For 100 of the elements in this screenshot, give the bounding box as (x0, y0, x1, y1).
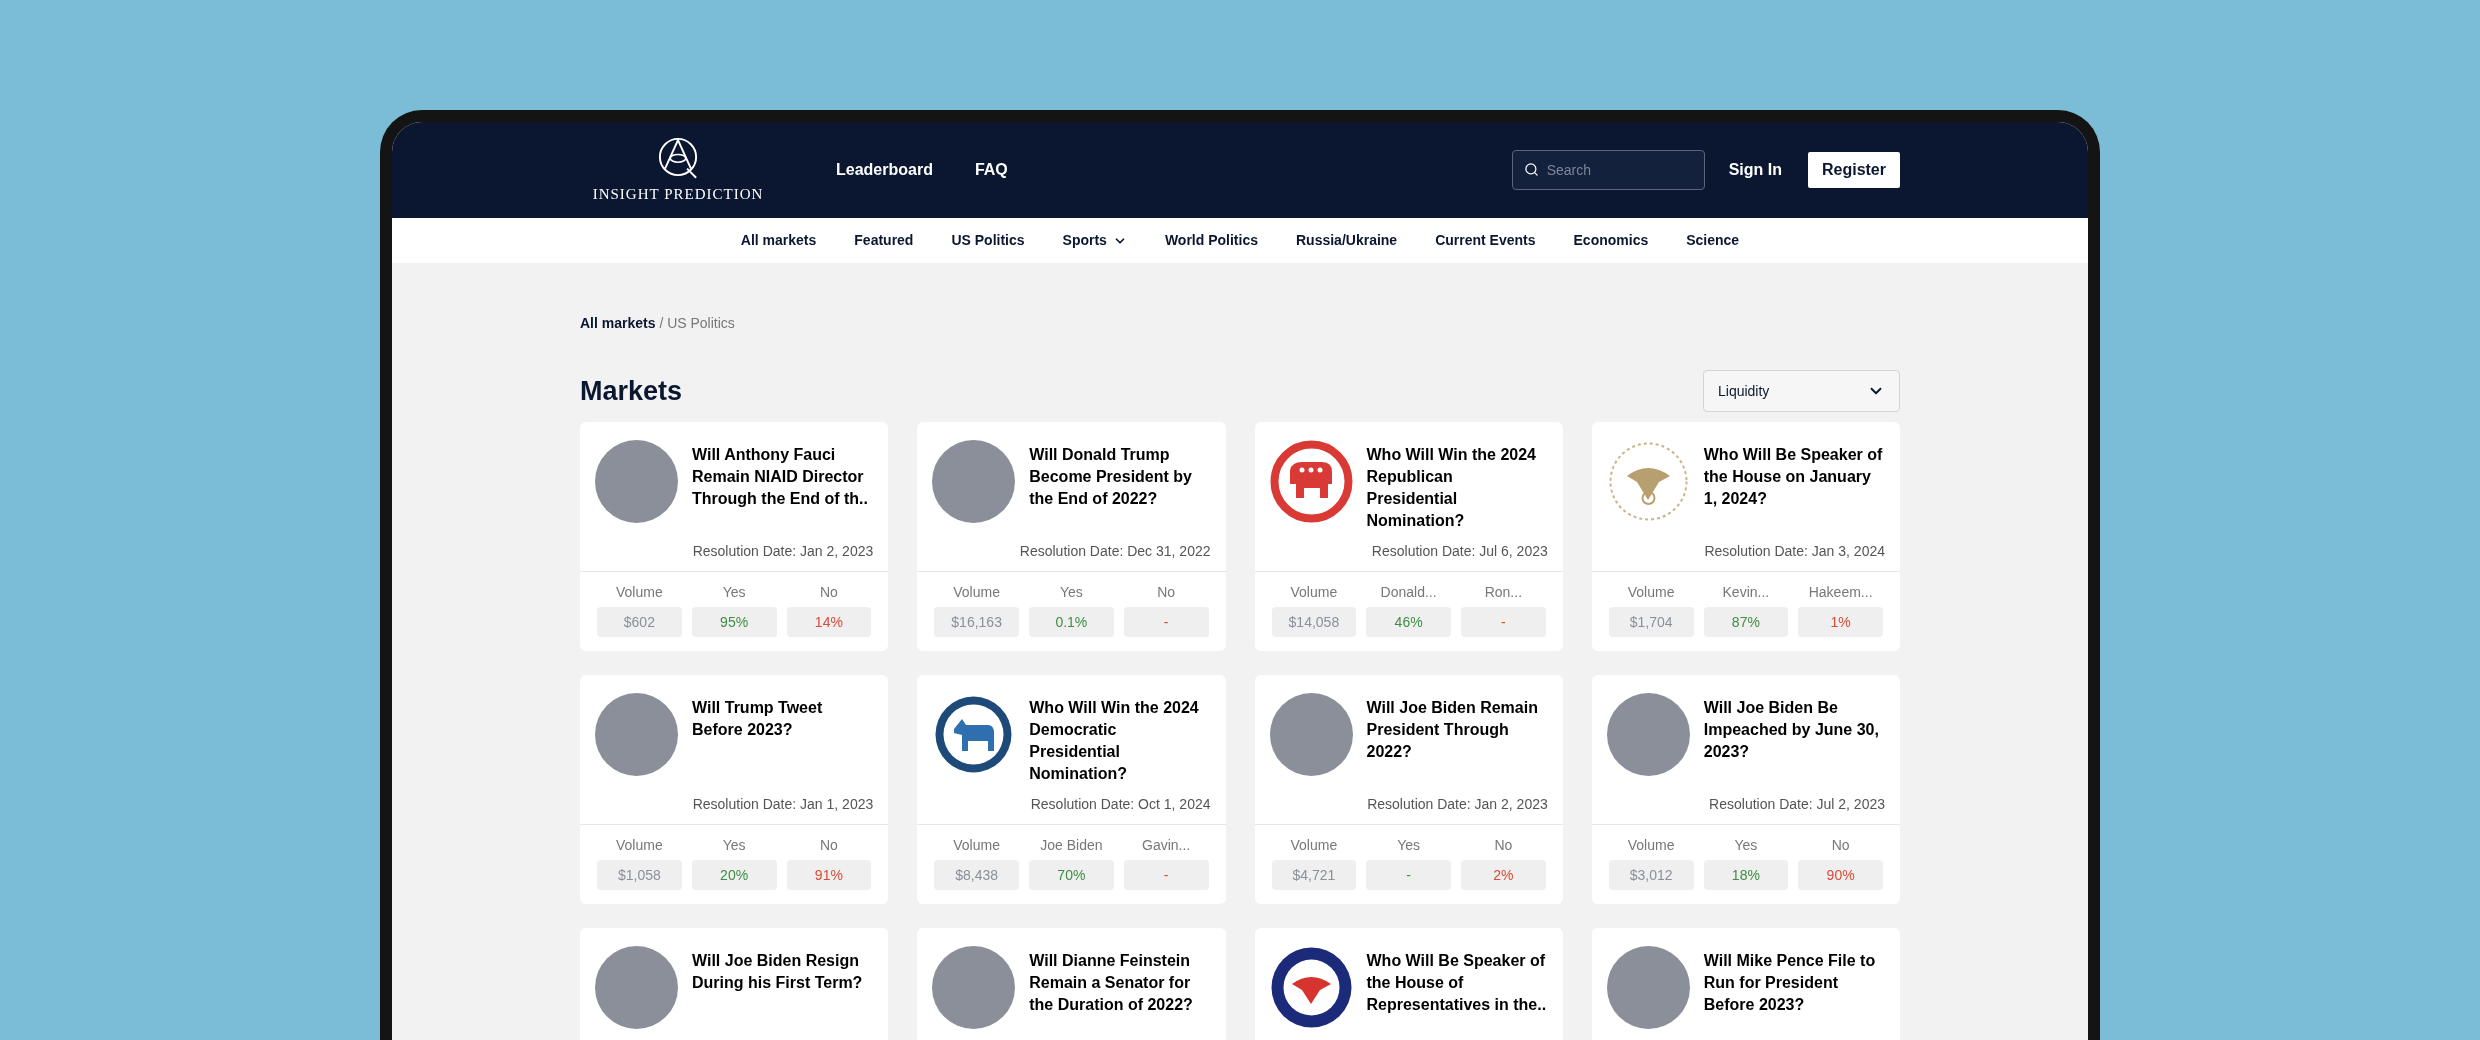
nav-link[interactable]: Sports (1062, 230, 1127, 251)
market-card[interactable]: Who Will Be Speaker of the House of Representatives in the.. (1254, 928, 1563, 1040)
market-card[interactable]: Will Donald Trump Become President by the End of 2022? Resolution Date: Dec 31, 2022 Volume $16,163 Yes 0.1% No - (917, 422, 1226, 651)
sign-in-link[interactable]: Sign In (1728, 158, 1782, 182)
sort-dropdown[interactable]: Liquidity (1703, 370, 1900, 412)
stat-value: 0.1% (1029, 607, 1114, 637)
nav-link[interactable]: Russia/Ukraine (1296, 230, 1398, 251)
market-card[interactable]: Will Trump Tweet Before 2023? Resolution Date: Jan 1, 2023 Volume $1,058 Yes 20% No 91% (580, 675, 889, 904)
stat-label: Volume (616, 583, 663, 602)
stat-value: 18% (1703, 860, 1789, 890)
stat-value: 95% (691, 607, 777, 637)
market-title[interactable]: Who Will Be Speaker of the House on January 1, 2024? (1703, 440, 1885, 523)
stat-label: Joe Biden (1040, 836, 1103, 855)
market-title[interactable]: Will Joe Biden Resign During his First Term? (692, 946, 874, 1029)
stat-label: No (819, 583, 838, 602)
market-card[interactable]: Who Will Win the 2024 Democratic Presidential Nomination? Resolution Date: Oct 1, 2024 Volume $8,438 Joe Biden 70% Gavin... - (917, 675, 1226, 904)
stat-label: Ron... (1484, 583, 1523, 602)
nav-link[interactable]: Economics (1573, 230, 1649, 251)
market-card[interactable]: Will Anthony Fauci Remain NIAID Director Through the End of th.. Resolution Date: Jan 2, 2023 Volume $602 Yes 95% No 14% (580, 422, 889, 651)
market-card[interactable]: Will Dianne Feinstein Remain a Senator for the Duration of 2022? (917, 928, 1226, 1040)
elephant-logo-icon (1269, 440, 1353, 523)
stat-value: 91% (786, 860, 872, 890)
resolution-date: Resolution Date: Jan 2, 2023 (1367, 795, 1548, 814)
seal-icon (1269, 946, 1353, 1029)
stat-value: $602 (597, 607, 682, 637)
stat-value: 70% (1029, 860, 1114, 890)
search-field[interactable]: Search (1511, 150, 1705, 190)
market-card[interactable]: Who Will Win the 2024 Republican Presidential Nomination? Resolution Date: Jul 6, 2023 Volume $14,058 Donald... 46% Ron... - (1254, 422, 1563, 651)
stat-label: Volume (1290, 583, 1338, 602)
market-title[interactable]: Will Dianne Feinstein Remain a Senator for the Duration of 2022? (1029, 946, 1211, 1029)
market-title[interactable]: Will Trump Tweet Before 2023? (692, 693, 874, 776)
stat-label: Donald... (1380, 583, 1437, 602)
stat-value: - (1123, 607, 1209, 637)
resolution-date: Resolution Date: Oct 1, 2024 (1030, 795, 1211, 814)
stat-value: 14% (786, 607, 872, 637)
nav-link[interactable]: Science (1686, 230, 1740, 251)
resolution-date: Resolution Date: Jan 1, 2023 (692, 795, 874, 814)
nav-link[interactable]: Current Events (1435, 230, 1536, 251)
logo-text: INSIGHT PREDICTION (592, 184, 764, 204)
stat-value: 2% (1461, 860, 1546, 890)
stat-value: 87% (1703, 607, 1789, 637)
stat-value: 1% (1798, 607, 1883, 637)
stat-label: Yes (1397, 836, 1421, 855)
resolution-date: Resolution Date: Jan 3, 2024 (1704, 542, 1885, 561)
stat-label: No (1494, 836, 1513, 855)
market-title[interactable]: Who Will Win the 2024 Republican Presidential Nomination? (1366, 440, 1548, 532)
stat-label: Gavin... (1142, 836, 1191, 855)
market-card[interactable]: Will Joe Biden Remain President Through 2022? Resolution Date: Jan 2, 2023 Volume $4,721 Yes - No 2% (1254, 675, 1563, 904)
stat-label: Volume (1290, 836, 1338, 855)
stat-label: Yes (1734, 836, 1758, 855)
stat-label: Yes (1059, 583, 1083, 602)
stat-label: Volume (1627, 836, 1675, 855)
stat-label: Volume (1627, 583, 1675, 602)
market-card[interactable]: Will Joe Biden Be Impeached by June 30, 2023? Resolution Date: Jul 2, 2023 Volume $3,012 Yes 18% No 90% (1591, 675, 1900, 904)
nav-link[interactable]: All markets (740, 230, 817, 251)
header-link[interactable]: Leaderboard (836, 158, 933, 182)
stat-value: $4,721 (1271, 860, 1357, 890)
search-icon (1523, 162, 1539, 177)
market-card[interactable]: Who Will Be Speaker of the House on January 1, 2024? Resolution Date: Jan 3, 2024 Volume $1,704 Kevin... 87% Hakeem... 1% (1591, 422, 1900, 651)
breadcrumb-link[interactable]: All markets (580, 315, 656, 331)
resolution-date: Resolution Date: Jan 2, 2023 (692, 542, 874, 561)
stat-value: $8,438 (934, 860, 1019, 890)
market-title[interactable]: Will Donald Trump Become President by the End of 2022? (1029, 440, 1211, 523)
resolution-date: Resolution Date: Jul 6, 2023 (1371, 542, 1548, 561)
page-title: Markets (580, 374, 683, 408)
market-card[interactable]: Will Mike Pence File to Run for President Before 2023? (1591, 928, 1900, 1040)
nav-link[interactable]: World Politics (1164, 230, 1258, 251)
stat-value: $3,012 (1608, 860, 1694, 890)
market-title[interactable]: Who Will Win the 2024 Democratic Presidential Nomination? (1029, 693, 1211, 785)
stat-value: - (1123, 860, 1209, 890)
market-title[interactable]: Will Joe Biden Remain President Through 2022? (1366, 693, 1548, 776)
stat-value: $16,163 (934, 607, 1019, 637)
stat-value: $14,058 (1271, 607, 1357, 637)
stat-label: No (1157, 583, 1176, 602)
stat-value: - (1366, 860, 1451, 890)
nav-link[interactable]: Featured (854, 230, 914, 251)
nav-link[interactable]: US Politics (951, 230, 1025, 251)
stat-value: 20% (691, 860, 777, 890)
stat-value: $1,704 (1608, 607, 1694, 637)
market-title[interactable]: Will Anthony Fauci Remain NIAID Director Through the End of th.. (692, 440, 874, 523)
stat-label: No (1831, 836, 1850, 855)
market-title[interactable]: Who Will Be Speaker of the House of Representatives in the.. (1366, 946, 1548, 1029)
stat-value: $1,058 (597, 860, 682, 890)
stat-label: Yes (722, 836, 746, 855)
market-card[interactable]: Will Joe Biden Resign During his First Term? (580, 928, 889, 1040)
stat-label: Volume (953, 583, 1000, 602)
resolution-date: Resolution Date: Dec 31, 2022 (1019, 542, 1211, 561)
stat-label: No (819, 836, 838, 855)
stat-value: 46% (1366, 607, 1451, 637)
stat-value: - (1461, 607, 1546, 637)
stat-label: Yes (722, 583, 746, 602)
header-link[interactable]: FAQ (974, 158, 1008, 182)
market-title[interactable]: Will Joe Biden Be Impeached by June 30, 2023? (1703, 693, 1885, 776)
stat-label: Hakeem... (1808, 583, 1873, 602)
register-button[interactable]: Register (1807, 152, 1900, 188)
stat-label: Volume (953, 836, 1000, 855)
stat-label: Volume (616, 836, 663, 855)
stat-value: 90% (1798, 860, 1883, 890)
resolution-date: Resolution Date: Jul 2, 2023 (1709, 795, 1885, 814)
market-title[interactable]: Will Mike Pence File to Run for President Before 2023? (1703, 946, 1885, 1029)
